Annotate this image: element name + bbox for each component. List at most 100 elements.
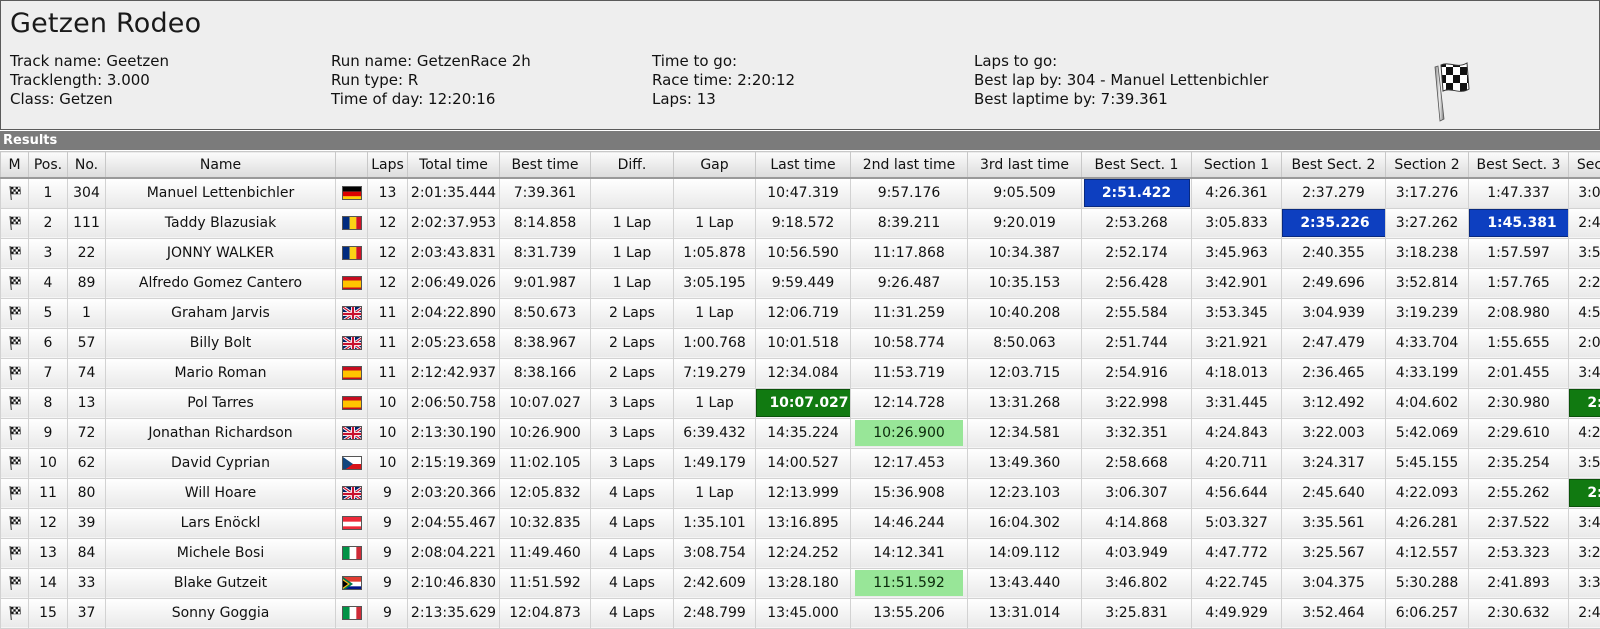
section-2-cell: 4:12.557 [1386,538,1469,568]
country-flag-icon [336,478,368,508]
best-time-cell: 8:38.166 [500,358,591,388]
section-1-cell: 3:21.921 [1192,328,1282,358]
run-name: Run name: GetzenRace 2h [331,52,531,71]
column-header[interactable] [336,152,368,179]
laps-count: Laps: 13 [652,90,795,109]
column-header[interactable]: M [1,152,29,179]
event-header: Getzen Rodeo Track name: Geetzen Trackle… [0,0,1600,130]
position-cell: 9 [29,418,68,448]
table-row[interactable]: 1304Manuel Lettenbichler132:01:35.4447:3… [1,178,1600,208]
best-time-cell: 11:02.105 [500,448,591,478]
diff-cell: 1 Lap [591,238,674,268]
table-row[interactable]: 51Graham Jarvis112:04:22.8908:50.6732 La… [1,298,1600,328]
checkered-flag-icon [1,178,29,208]
total-time-cell: 2:08:04.221 [408,538,500,568]
section-2-cell: 3:52.814 [1386,268,1469,298]
country-flag-icon [336,358,368,388]
gap-cell: 1 Lap [674,298,756,328]
third-last-time-cell: 13:43.440 [968,568,1082,598]
column-header[interactable]: 2nd last time [851,152,968,179]
best-sector-1-cell: 2:58.668 [1082,448,1192,478]
best-sector-3-cell: 2:55.262 [1469,478,1569,508]
best-sector-2-cell: 3:25.567 [1282,538,1386,568]
rider-name-cell: Pol Tarres [106,388,336,418]
highlight-value: 2:51.422 [1084,179,1190,207]
last-time-cell: 10:56.590 [756,238,851,268]
last-time-cell: 9:59.449 [756,268,851,298]
column-header[interactable]: Total time [408,152,500,179]
best-sector-2-cell: 2:35.226 [1282,208,1386,238]
rider-name-cell: David Cyprian [106,448,336,478]
column-header[interactable]: Last time [756,152,851,179]
best-sector-1-cell: 2:54.916 [1082,358,1192,388]
gap-cell: 3:05.195 [674,268,756,298]
total-time-cell: 2:02:37.953 [408,208,500,238]
diff-cell: 2 Laps [591,328,674,358]
column-header[interactable]: Diff. [591,152,674,179]
table-row[interactable]: 972Jonathan Richardson102:13:30.19010:26… [1,418,1600,448]
table-row[interactable]: 1537Sonny Goggia92:13:35.62912:04.8734 L… [1,598,1600,628]
diff-cell: 2 Laps [591,298,674,328]
section-3-cell: 3:52.389 [1569,238,1600,268]
best-sector-3-cell: 2:30.980 [1469,388,1569,418]
gap-cell: 1 Lap [674,208,756,238]
best-laptime-by: Best laptime by: 7:39.361 [974,90,1268,109]
table-row[interactable]: 1180Will Hoare92:03:20.36612:05.8324 Lap… [1,478,1600,508]
gap-cell: 1:35.101 [674,508,756,538]
column-header[interactable]: Name [106,152,336,179]
second-last-time-cell: 12:17.453 [851,448,968,478]
table-row[interactable]: 774Mario Roman112:12:42.9378:38.1662 Lap… [1,358,1600,388]
highlight-value: 10:26.900 [855,420,963,446]
column-header[interactable]: Gap [674,152,756,179]
column-header[interactable]: Section 2 [1386,152,1469,179]
table-row[interactable]: 489Alfredo Gomez Cantero122:06:49.0269:0… [1,268,1600,298]
column-header[interactable]: Pos. [29,152,68,179]
column-header[interactable]: Best time [500,152,591,179]
column-header[interactable]: Best Sect. 2 [1282,152,1386,179]
gap-cell: 6:39.432 [674,418,756,448]
diff-cell: 2 Laps [591,358,674,388]
table-row[interactable]: 322JONNY WALKER122:03:43.8318:31.7391 La… [1,238,1600,268]
column-header[interactable]: Laps [368,152,408,179]
number-cell: 111 [68,208,106,238]
column-header[interactable]: Section 3 [1569,152,1600,179]
column-header[interactable]: 3rd last time [968,152,1082,179]
total-time-cell: 2:01:35.444 [408,178,500,208]
table-row[interactable]: 1433Blake Gutzeit92:10:46.83011:51.5924 … [1,568,1600,598]
section-1-cell: 4:56.644 [1192,478,1282,508]
total-time-cell: 2:13:30.190 [408,418,500,448]
section-2-cell: 4:33.704 [1386,328,1469,358]
best-sector-2-cell: 3:35.561 [1282,508,1386,538]
table-row[interactable]: 1384Michele Bosi92:08:04.22111:49.4604 L… [1,538,1600,568]
best-sector-3-cell: 1:45.381 [1469,208,1569,238]
number-cell: 84 [68,538,106,568]
table-row[interactable]: 2111Taddy Blazusiak122:02:37.9538:14.858… [1,208,1600,238]
table-row[interactable]: 813Pol Tarres102:06:50.75810:07.0273 Lap… [1,388,1600,418]
column-header[interactable]: Best Sect. 3 [1469,152,1569,179]
rider-name-cell: Jonathan Richardson [106,418,336,448]
gap-cell [674,178,756,208]
table-row[interactable]: 1239Lars Enöckl92:04:55.46710:32.8354 La… [1,508,1600,538]
race-time: Race time: 2:20:12 [652,71,795,90]
last-time-cell: 13:16.895 [756,508,851,538]
column-header[interactable]: Best Sect. 1 [1082,152,1192,179]
second-last-time-cell: 12:14.728 [851,388,968,418]
section-2-cell: 3:18.238 [1386,238,1469,268]
best-sector-3-cell: 2:29.610 [1469,418,1569,448]
best-sector-3-cell: 2:08.980 [1469,298,1569,328]
section-2-cell: 3:27.262 [1386,208,1469,238]
section-2-cell: 5:45.155 [1386,448,1469,478]
number-cell: 37 [68,598,106,628]
country-flag-icon [336,178,368,208]
run-info: Run name: GetzenRace 2h Run type: R Time… [331,52,531,109]
position-cell: 13 [29,538,68,568]
highlight-value: 2:35.226 [1282,209,1386,237]
country-flag-icon [336,538,368,568]
table-row[interactable]: 657Billy Bolt112:05:23.6588:38.9672 Laps… [1,328,1600,358]
column-header[interactable]: Section 1 [1192,152,1282,179]
section-3-cell: 2:23.734 [1569,268,1600,298]
table-row[interactable]: 1062David Cyprian102:15:19.36911:02.1053… [1,448,1600,478]
section-3-cell: 2:30.980 [1569,388,1600,418]
column-header[interactable]: No. [68,152,106,179]
country-flag-icon [336,328,368,358]
